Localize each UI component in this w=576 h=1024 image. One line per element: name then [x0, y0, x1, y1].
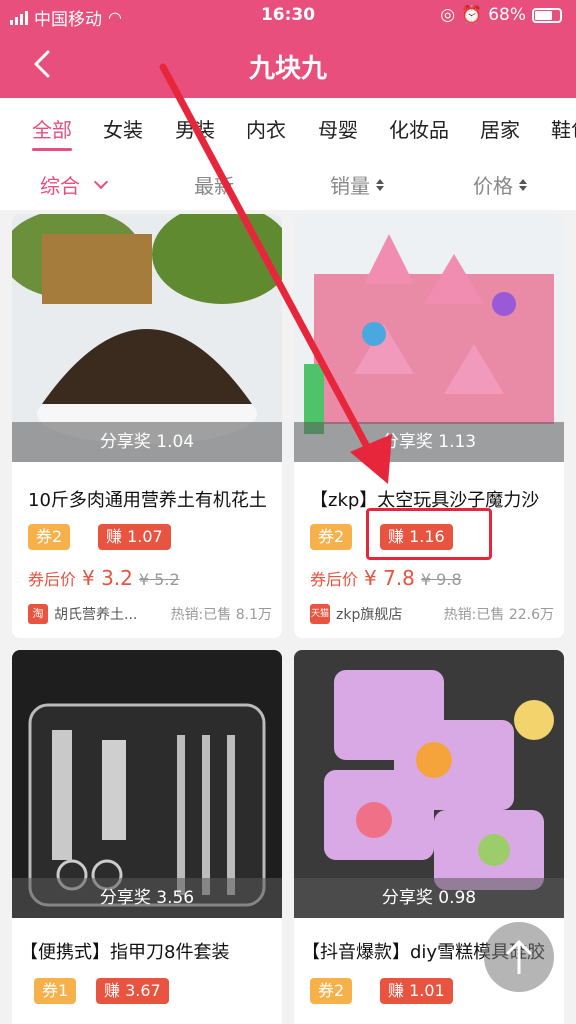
status-bar: 中国移动 ◠ 16:30 ◎ ⏰ 68%: [0, 0, 576, 32]
share-reward-label: 分享奖 1.13: [294, 422, 564, 462]
sort-bar: 综合 最新 销量 价格: [0, 158, 576, 210]
tab-womens[interactable]: 女装: [103, 114, 143, 143]
battery-icon: [532, 7, 562, 23]
chevron-down-icon: [93, 174, 109, 189]
price-row: 券后价 ¥ 3.2 ¥ 5.2: [28, 566, 180, 590]
tab-home[interactable]: 居家: [480, 114, 520, 143]
tab-indicator: [32, 148, 72, 151]
arrow-up-icon: [505, 939, 533, 974]
tab-mens[interactable]: 男装: [175, 114, 215, 143]
product-card[interactable]: 分享奖 1.04 10斤多肉通用营养土有机花土 券2 赚 1.07 券后价 ¥ …: [12, 214, 282, 638]
original-price: ¥ 5.2: [138, 570, 180, 589]
page-title: 九块九: [248, 54, 327, 84]
sort-price-label: 价格: [473, 174, 513, 198]
taobao-icon: 淘: [28, 604, 48, 624]
sort-arrows-icon: [376, 178, 384, 191]
sort-comprehensive[interactable]: 综合: [40, 170, 109, 199]
sales-count: 热销:已售 22.6万: [443, 607, 554, 623]
product-title: 10斤多肉通用营养土有机花土: [28, 490, 267, 511]
coupon-badge: 券2: [28, 524, 71, 550]
nav-bar: 九块九: [0, 32, 576, 98]
final-price: ¥ 7.8: [364, 566, 415, 590]
product-card[interactable]: 分享奖 3.56 【便携式】指甲刀8件套装 券1 赚 3.67: [12, 650, 282, 1024]
price-row: 券后价 ¥ 7.8 ¥ 9.8: [310, 566, 462, 590]
original-price: ¥ 9.8: [420, 570, 462, 589]
final-price: ¥ 3.2: [82, 566, 133, 590]
earn-badge: 赚 3.67: [96, 978, 169, 1004]
tab-baby[interactable]: 母婴: [318, 114, 358, 143]
scroll-to-top-button[interactable]: [484, 922, 554, 992]
tab-underwear[interactable]: 内衣: [246, 114, 286, 143]
product-title: 【便携式】指甲刀8件套装: [20, 942, 230, 963]
sort-sales[interactable]: 销量: [330, 170, 384, 199]
sort-arrows-icon: [519, 178, 527, 191]
coupon-badge: 券2: [310, 978, 353, 1004]
shop-row: 天猫 zkp旗舰店 热销:已售 22.6万: [310, 604, 554, 624]
coupon-badge: 券2: [310, 524, 353, 550]
earn-badge: 赚 1.01: [380, 978, 453, 1004]
sort-comprehensive-label: 综合: [40, 174, 80, 198]
price-label: 券后价: [28, 570, 77, 589]
sort-price[interactable]: 价格: [473, 170, 527, 199]
sort-sales-label: 销量: [330, 174, 370, 198]
annotation-highlight-box: [366, 508, 492, 560]
lock-rotation-icon: ◎: [440, 5, 456, 25]
tab-shoes[interactable]: 鞋包: [551, 114, 576, 143]
sales-count: 热销:已售 8.1万: [170, 607, 272, 623]
tab-all[interactable]: 全部: [32, 114, 72, 143]
price-label: 券后价: [310, 570, 359, 589]
alarm-icon: ⏰: [461, 5, 483, 25]
shop-row: 淘 胡氏营养土... 热销:已售 8.1万: [28, 604, 272, 624]
share-reward-label: 分享奖 1.04: [12, 422, 282, 462]
category-tabs: 全部 女装 男装 内衣 母婴 化妆品 居家 鞋包: [0, 98, 576, 158]
coupon-badge: 券1: [34, 978, 77, 1004]
sort-latest-label: 最新: [194, 174, 234, 198]
tmall-icon: 天猫: [310, 604, 330, 624]
shop-name: 胡氏营养土...: [54, 607, 138, 623]
shop-name: zkp旗舰店: [336, 607, 403, 623]
product-card[interactable]: 分享奖 1.13 【zkp】太空玩具沙子魔力沙 券2 赚 1.16 券后价 ¥ …: [294, 214, 564, 638]
share-reward-label: 分享奖 0.98: [294, 878, 564, 918]
battery-percent: 68%: [488, 5, 526, 25]
share-reward-label: 分享奖 3.56: [12, 878, 282, 918]
sort-latest[interactable]: 最新: [194, 170, 234, 199]
tab-cosmetics[interactable]: 化妆品: [389, 114, 449, 143]
earn-badge: 赚 1.07: [98, 524, 171, 550]
